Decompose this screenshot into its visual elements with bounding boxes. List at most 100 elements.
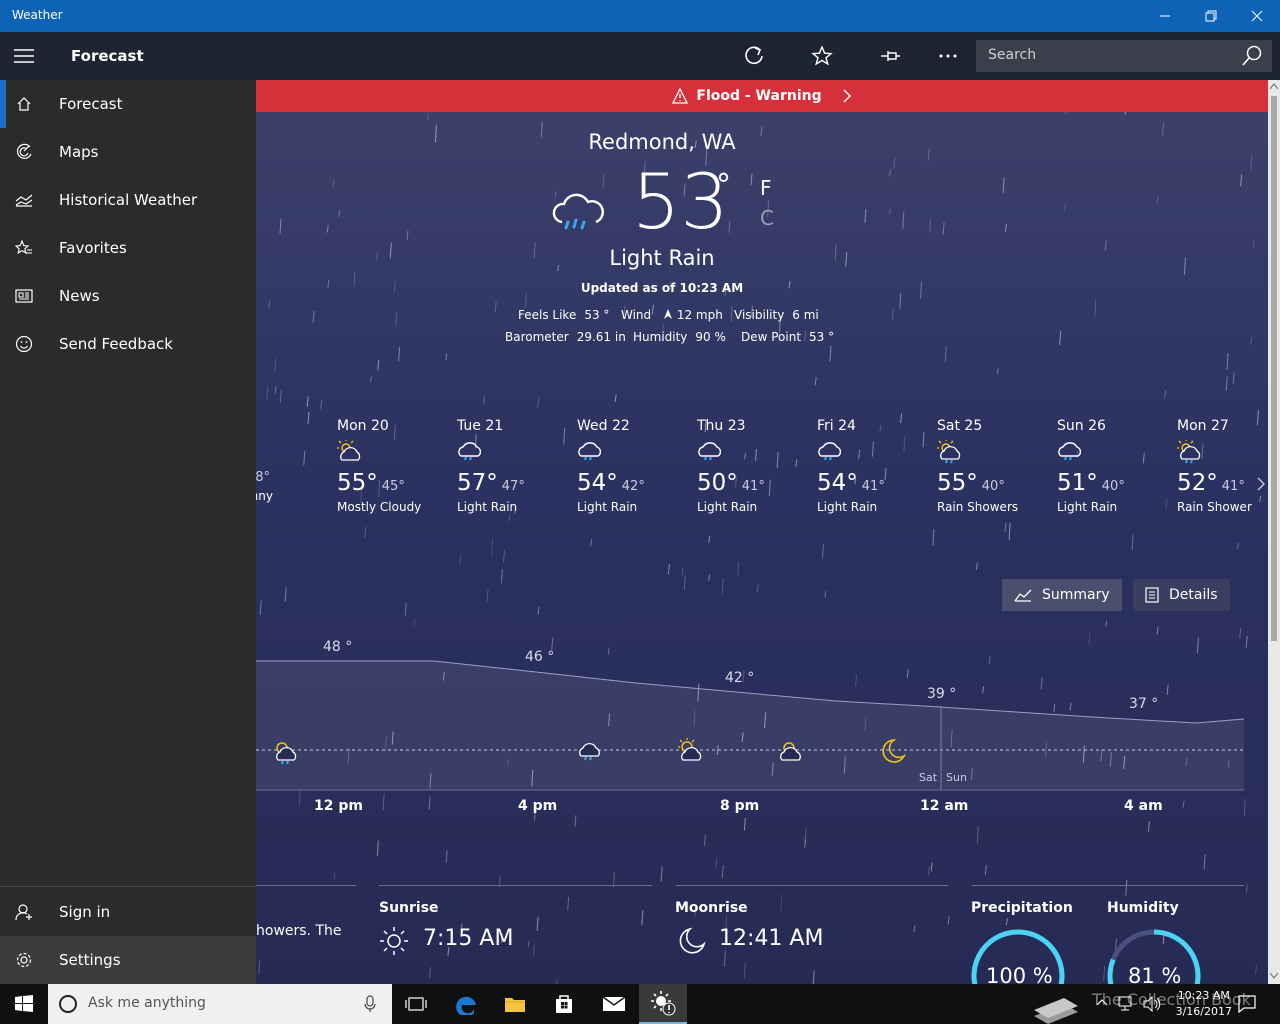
hourly-temp-label: 42 ° [725, 670, 755, 686]
microphone-icon[interactable] [364, 995, 376, 1013]
dew-point: Dew Point 53 ° [741, 330, 834, 344]
refresh-button[interactable] [730, 32, 778, 80]
favorite-button[interactable] [798, 32, 846, 80]
volume-icon[interactable] [1143, 996, 1161, 1012]
daily-forecast-item[interactable]: Tue 21 57° 47° Light Rain [457, 418, 567, 514]
flood-warning-banner[interactable]: Flood - Warning [256, 80, 1268, 112]
refresh-icon [745, 46, 763, 65]
hourly-temp-label: 46 ° [525, 649, 555, 665]
app-bar: Forecast Search [0, 32, 1280, 80]
sun-rain-icon [937, 440, 961, 464]
clock-date: 3/16/2017 [1175, 1005, 1232, 1018]
search-box[interactable]: Search [976, 40, 1272, 72]
low-temp: 41° [861, 479, 885, 494]
scrollbar[interactable] [1268, 80, 1280, 984]
system-clock[interactable]: 10:23 AM 3/16/2017 [1176, 988, 1232, 1020]
high-temp: 55° [337, 470, 378, 496]
day-name: Mon 20 [337, 418, 389, 434]
alert-text: Flood - Warning [696, 88, 822, 104]
pin-button[interactable] [866, 32, 914, 80]
daily-forecast-item[interactable]: Mon 27 52° 41° Rain Shower [1177, 418, 1280, 514]
nav-label: Historical Weather [59, 191, 198, 209]
unit-celsius[interactable]: C [760, 206, 774, 230]
wind: Wind 12 mph [621, 308, 723, 322]
more-options-button[interactable] [924, 32, 972, 80]
taskbar: Ask me anything The Collection Book 10:2… [0, 984, 1280, 1024]
star-list-icon [0, 240, 48, 256]
network-icon[interactable] [1118, 996, 1136, 1012]
nav-label: Forecast [59, 95, 123, 113]
detail-label: Dew Point [741, 330, 802, 344]
summary-text: howers. The [256, 923, 342, 939]
search-icon[interactable] [1240, 44, 1264, 72]
nav-label: Maps [59, 143, 99, 161]
weather-app-taskbar-button[interactable] [639, 984, 687, 1024]
detail-value: 29.61 in [576, 330, 626, 344]
scroll-down-icon[interactable] [1270, 973, 1278, 979]
mail-button[interactable] [590, 984, 638, 1024]
details-toggle-button[interactable]: Details [1133, 579, 1230, 611]
sunrise-icon [380, 927, 408, 955]
chevron-right-icon[interactable] [1256, 476, 1266, 492]
hour-label: 4 am [1124, 798, 1163, 814]
low-temp: 47° [501, 479, 525, 494]
sun-rain-icon [1177, 440, 1201, 464]
page-title: Forecast [71, 47, 144, 65]
cortana-placeholder: Ask me anything [88, 995, 206, 1011]
nav-item-historical-weather[interactable]: Historical Weather [0, 176, 256, 224]
warning-icon [672, 88, 689, 104]
high-temp: 50° [697, 470, 738, 496]
day-name: Mon 27 [1177, 418, 1229, 434]
sunrise-label: Sunrise [379, 900, 439, 916]
day-name: Tue 21 [457, 418, 504, 434]
cortana-search-box[interactable]: Ask me anything [48, 984, 392, 1024]
low-temp: 41° [1221, 479, 1245, 494]
nav-divider [0, 886, 256, 887]
rain-icon [698, 442, 722, 461]
section-divider [676, 885, 948, 886]
show-hidden-icons-icon[interactable] [1096, 998, 1108, 1006]
restore-icon [1205, 10, 1217, 22]
store-button[interactable] [540, 984, 588, 1024]
daily-forecast-item[interactable]: Mon 20 55° 45° Mostly Cloudy [337, 418, 447, 514]
summary-toggle-button[interactable]: Summary [1002, 579, 1122, 611]
nav-item-sign-in[interactable]: Sign in [0, 888, 256, 936]
start-button[interactable] [0, 984, 48, 1024]
daily-forecast-item[interactable]: Wed 22 54° 42° Light Rain [577, 418, 687, 514]
edge-button[interactable] [443, 984, 491, 1024]
scroll-up-icon[interactable] [1270, 83, 1278, 89]
low-temp: 38° [256, 470, 271, 485]
daily-forecast-item[interactable]: Sat 25 55° 40° Rain Showers [937, 418, 1047, 514]
restore-button[interactable] [1188, 0, 1234, 32]
degree-symbol: ° [716, 168, 731, 203]
nav-item-news[interactable]: News [0, 272, 256, 320]
nav-item-forecast[interactable]: Forecast [0, 80, 256, 128]
nav-item-settings[interactable]: Settings [0, 936, 256, 984]
file-explorer-button[interactable] [491, 984, 539, 1024]
smiley-icon [0, 335, 48, 353]
close-button[interactable] [1234, 0, 1280, 32]
current-temperature: 53 [632, 157, 729, 246]
hamburger-menu-button[interactable] [0, 32, 48, 80]
daily-forecast-item[interactable]: Fri 24 54° 41° Light Rain [817, 418, 927, 514]
section-divider [256, 885, 356, 886]
minimize-button[interactable] [1142, 0, 1188, 32]
unit-fahrenheit[interactable]: F [760, 176, 772, 200]
barometer: Barometer 29.61 in [505, 330, 626, 344]
task-view-button[interactable] [392, 984, 440, 1024]
cortana-icon [59, 995, 77, 1013]
nav-label: Send Feedback [59, 335, 173, 353]
nav-item-maps[interactable]: Maps [0, 128, 256, 176]
hour-label: 12 pm [314, 798, 363, 814]
nav-label: Favorites [59, 239, 127, 257]
scrollbar-thumb[interactable] [1271, 96, 1277, 641]
daily-forecast-item[interactable]: Thu 23 50° 41° Light Rain [697, 418, 807, 514]
detail-value: 6 mi [792, 308, 819, 322]
mail-icon [602, 996, 626, 1011]
nav-item-favorites[interactable]: Favorites [0, 224, 256, 272]
daily-forecast-item[interactable]: Sun 26 51° 40° Light Rain [1057, 418, 1167, 514]
nav-item-send-feedback[interactable]: Send Feedback [0, 320, 256, 368]
home-icon [0, 96, 48, 112]
action-center-icon[interactable] [1238, 995, 1256, 1013]
weather-sun-icon [651, 991, 676, 1016]
